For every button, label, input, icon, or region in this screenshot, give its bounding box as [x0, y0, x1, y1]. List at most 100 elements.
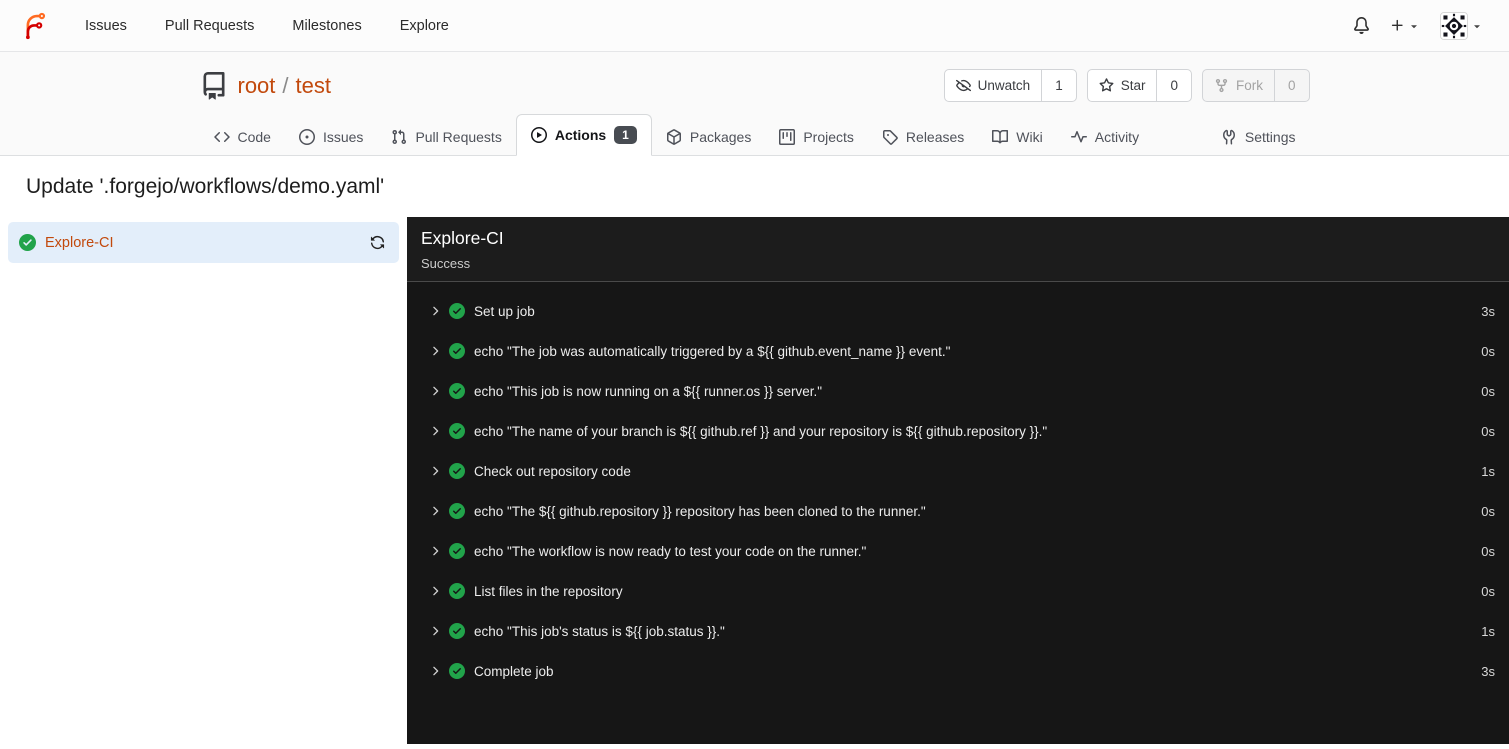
- step-duration: 0s: [1481, 383, 1495, 399]
- user-avatar: [1440, 11, 1468, 40]
- chevron-right-icon[interactable]: [428, 464, 442, 478]
- job-name: Explore-CI: [45, 234, 114, 251]
- tab-actions[interactable]: Actions 1: [515, 114, 652, 156]
- step-row[interactable]: Set up job 3s: [407, 291, 1509, 331]
- step-row[interactable]: List files in the repository 0s: [407, 571, 1509, 611]
- repo-owner-link[interactable]: root: [238, 73, 276, 99]
- chevron-right-icon[interactable]: [428, 664, 442, 678]
- step-duration: 3s: [1481, 303, 1495, 319]
- step-name: Check out repository code: [474, 463, 631, 479]
- navbar-links: Issues Pull Requests Milestones Explore: [66, 18, 468, 34]
- chevron-down-icon: [1474, 24, 1480, 28]
- check-circle-icon: [449, 423, 465, 439]
- create-new-dropdown[interactable]: [1380, 12, 1430, 39]
- step-name: Set up job: [474, 303, 535, 319]
- repo-name-link[interactable]: test: [296, 73, 331, 99]
- step-name: echo "This job's status is ${{ job.statu…: [474, 623, 725, 639]
- chevron-right-icon[interactable]: [428, 424, 442, 438]
- fork-icon: [1215, 78, 1228, 93]
- step-duration: 0s: [1481, 543, 1495, 559]
- refresh-icon[interactable]: [367, 232, 388, 253]
- navbar-right: [1343, 6, 1493, 46]
- tab-packages[interactable]: Packages: [652, 118, 765, 156]
- repo-book-icon: [200, 71, 228, 100]
- step-row[interactable]: echo "This job is now running on a ${{ r…: [407, 371, 1509, 411]
- chevron-right-icon[interactable]: [428, 624, 442, 638]
- check-circle-icon: [19, 234, 36, 251]
- tab-issues[interactable]: Issues: [285, 118, 377, 156]
- run-status-text: Success: [421, 256, 471, 271]
- chevron-right-icon[interactable]: [428, 304, 442, 318]
- step-row[interactable]: echo "The name of your branch is ${{ git…: [407, 411, 1509, 451]
- code-icon: [213, 131, 230, 143]
- repo-separator: /: [282, 72, 289, 98]
- step-row[interactable]: Complete job 3s: [407, 651, 1509, 691]
- run-log-panel: Explore-CI Success Set up job 3s echo "T…: [407, 217, 1509, 744]
- tag-icon: [882, 130, 898, 145]
- repo-tabs: Code Issues Pull Requests Actions 1 Pack…: [200, 114, 1310, 156]
- check-circle-icon: [449, 383, 465, 399]
- fork-button: Fork: [1203, 70, 1274, 101]
- star-button[interactable]: Star: [1088, 70, 1157, 101]
- step-duration: 0s: [1481, 503, 1495, 519]
- tab-wiki[interactable]: Wiki: [978, 118, 1056, 156]
- git-pull-request-icon: [392, 129, 407, 145]
- step-row[interactable]: Check out repository code 1s: [407, 451, 1509, 491]
- tab-code[interactable]: Code: [200, 118, 285, 156]
- step-name: Complete job: [474, 663, 554, 679]
- user-menu-dropdown[interactable]: [1430, 6, 1493, 46]
- step-name: echo "The workflow is now ready to test …: [474, 543, 867, 559]
- jobs-sidebar: Explore-CI: [0, 217, 407, 744]
- step-duration: 3s: [1481, 663, 1495, 679]
- forgejo-logo-icon[interactable]: [20, 11, 50, 41]
- notifications-bell-icon[interactable]: [1343, 11, 1380, 40]
- chevron-right-icon[interactable]: [428, 544, 442, 558]
- step-duration: 0s: [1481, 583, 1495, 599]
- actions-count-badge: 1: [614, 126, 637, 144]
- step-row[interactable]: echo "This job's status is ${{ job.statu…: [407, 611, 1509, 651]
- book-icon: [992, 129, 1009, 144]
- tab-activity[interactable]: Activity: [1057, 118, 1153, 156]
- plus-icon: [1391, 19, 1403, 31]
- tab-pull-requests[interactable]: Pull Requests: [377, 118, 515, 156]
- step-duration: 1s: [1481, 623, 1495, 639]
- fork-button-group: Fork 0: [1201, 69, 1310, 102]
- step-row[interactable]: echo "The job was automatically triggere…: [407, 331, 1509, 371]
- repo-breadcrumb: root / test: [238, 73, 332, 99]
- navbar-item-milestones[interactable]: Milestones: [273, 18, 380, 34]
- package-icon: [666, 129, 681, 145]
- tab-projects[interactable]: Projects: [765, 118, 868, 156]
- navbar-item-explore[interactable]: Explore: [381, 18, 468, 34]
- tab-releases[interactable]: Releases: [868, 118, 978, 156]
- star-button-group: Star 0: [1086, 69, 1192, 102]
- chevron-right-icon[interactable]: [428, 344, 442, 358]
- check-circle-icon: [449, 663, 465, 679]
- unwatch-button[interactable]: Unwatch: [945, 70, 1042, 101]
- job-list-item-explore-ci[interactable]: Explore-CI: [8, 222, 399, 263]
- check-circle-icon: [449, 543, 465, 559]
- chevron-right-icon[interactable]: [428, 504, 442, 518]
- chevron-down-icon: [1411, 24, 1417, 28]
- actions-run-content: Explore-CI Explore-CI Success Set up job…: [0, 217, 1509, 744]
- workflow-run-title: Update '.forgejo/workflows/demo.yaml': [26, 175, 385, 198]
- navbar-item-issues[interactable]: Issues: [66, 18, 146, 34]
- check-circle-icon: [449, 303, 465, 319]
- chevron-right-icon[interactable]: [428, 384, 442, 398]
- eye-closed-icon: [955, 79, 971, 92]
- tab-settings[interactable]: Settings: [1207, 118, 1310, 156]
- check-circle-icon: [449, 583, 465, 599]
- chevron-right-icon[interactable]: [428, 584, 442, 598]
- navbar-item-pull-requests[interactable]: Pull Requests: [146, 18, 273, 34]
- star-count[interactable]: 0: [1156, 70, 1191, 101]
- star-icon: [1099, 78, 1114, 92]
- step-name: echo "The ${{ github.repository }} repos…: [474, 503, 926, 519]
- run-header: Explore-CI Success: [407, 217, 1509, 282]
- check-circle-icon: [449, 623, 465, 639]
- step-row[interactable]: echo "The workflow is now ready to test …: [407, 531, 1509, 571]
- check-circle-icon: [449, 503, 465, 519]
- step-duration: 0s: [1481, 423, 1495, 439]
- project-icon: [779, 129, 796, 145]
- step-row[interactable]: echo "The ${{ github.repository }} repos…: [407, 491, 1509, 531]
- step-name: echo "The job was automatically triggere…: [474, 343, 951, 359]
- watch-count[interactable]: 1: [1041, 70, 1076, 101]
